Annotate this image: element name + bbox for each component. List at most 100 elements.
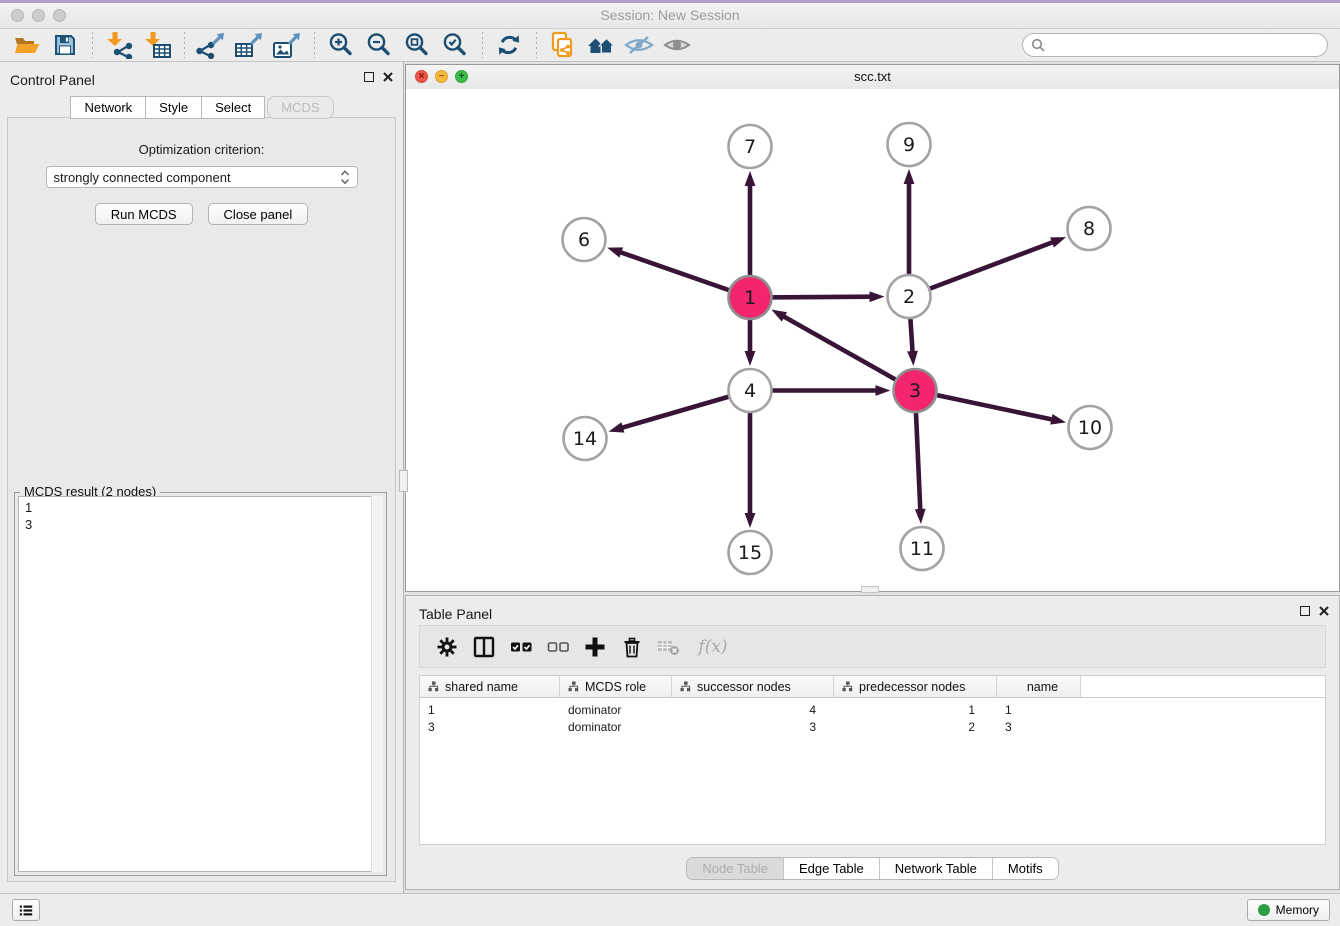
open-session-button[interactable] — [10, 30, 44, 60]
column-tree-icon — [568, 681, 579, 692]
tab-mcds[interactable]: MCDS — [267, 96, 333, 119]
float-panel-icon[interactable] — [364, 72, 374, 82]
graph-edge-arrow — [609, 422, 625, 432]
import-table-button[interactable] — [140, 30, 174, 60]
table-cell: 1 — [834, 703, 997, 717]
memory-button[interactable]: Memory — [1247, 899, 1330, 921]
tab-node-table[interactable]: Node Table — [687, 858, 784, 879]
network-close-icon[interactable]: × — [415, 70, 428, 83]
graph-node-label: 4 — [744, 380, 756, 402]
network-minimize-icon[interactable]: − — [435, 70, 448, 83]
window-title: Session: New Session — [0, 3, 1340, 27]
zoom-fit-button[interactable] — [400, 30, 434, 60]
column-header-predecessor-nodes[interactable]: predecessor nodes — [834, 676, 997, 697]
network-canvas[interactable]: 7968124314101511 — [406, 89, 1339, 591]
delete-column-button[interactable] — [617, 632, 647, 662]
graph-node-label: 14 — [573, 428, 597, 450]
import-table-icon — [142, 31, 172, 59]
zoom-fit-icon — [403, 31, 431, 59]
column-header-MCDS-role[interactable]: MCDS role — [560, 676, 672, 697]
apply-function-button[interactable]: f(x) — [691, 632, 735, 662]
minimize-window-icon[interactable] — [32, 9, 45, 22]
zoom-selected-icon — [441, 31, 469, 59]
control-panel-title: Control Panel — [0, 62, 403, 88]
toolbar-separator — [91, 32, 93, 58]
task-history-button[interactable] — [12, 899, 40, 921]
tab-network[interactable]: Network — [70, 96, 146, 119]
column-settings-button[interactable] — [432, 632, 462, 662]
select-all-columns-button[interactable] — [506, 632, 536, 662]
column-header-name[interactable]: name — [997, 676, 1081, 697]
delete-table-button[interactable] — [654, 632, 684, 662]
table-row[interactable]: 3dominator323 — [420, 718, 1325, 735]
tab-style[interactable]: Style — [145, 96, 202, 119]
tab-network-table[interactable]: Network Table — [880, 858, 993, 879]
graph-edge-2-8[interactable] — [909, 242, 1054, 297]
column-header-shared-name[interactable]: shared name — [420, 676, 560, 697]
application-window: Session: New Session — [0, 0, 1340, 926]
export-image-button[interactable] — [270, 30, 304, 60]
graph-edge-arrow — [1050, 414, 1066, 425]
clone-network-button[interactable] — [546, 30, 580, 60]
optimization-criterion-dropdown[interactable]: strongly connected component — [46, 166, 358, 188]
close-window-icon[interactable] — [11, 9, 24, 22]
zoom-window-icon[interactable] — [53, 9, 66, 22]
zoom-selected-button[interactable] — [438, 30, 472, 60]
add-column-button[interactable] — [580, 632, 610, 662]
search-input[interactable] — [1051, 37, 1319, 54]
refresh-icon — [496, 32, 522, 58]
split-view-button[interactable] — [469, 632, 499, 662]
show-hidden-button[interactable] — [660, 30, 694, 60]
zoom-out-button[interactable] — [362, 30, 396, 60]
table-cell: dominator — [560, 720, 672, 734]
graph-edge-arrow — [904, 169, 915, 184]
checked-boxes-icon — [510, 636, 533, 658]
table-tabs: Node Table Edge Table Network Table Moti… — [406, 857, 1339, 880]
hide-selected-button[interactable] — [622, 30, 656, 60]
table-toolbar: f(x) — [419, 625, 1326, 668]
tab-select[interactable]: Select — [201, 96, 265, 119]
table-panel: Table Panel — [405, 595, 1340, 890]
search-icon — [1031, 38, 1045, 52]
close-panel-button[interactable]: Close panel — [208, 203, 309, 225]
canvas-splitter-handle[interactable] — [861, 586, 879, 593]
zoom-in-icon — [327, 31, 355, 59]
graph-edge-arrow — [607, 247, 623, 257]
network-window-titlebar[interactable]: × − + scc.txt — [406, 65, 1339, 90]
plus-icon — [584, 636, 606, 658]
zoom-in-button[interactable] — [324, 30, 358, 60]
toolbar-separator — [481, 32, 483, 58]
import-network-button[interactable] — [102, 30, 136, 60]
table-cell: 4 — [672, 703, 834, 717]
column-header-successor-nodes[interactable]: successor nodes — [672, 676, 834, 697]
column-tree-icon — [428, 681, 439, 692]
function-icon: f(x) — [698, 637, 727, 657]
table-cell: 1 — [997, 703, 1081, 717]
panel-splitter-handle[interactable] — [399, 470, 408, 492]
tab-edge-table[interactable]: Edge Table — [784, 858, 880, 879]
run-mcds-button[interactable]: Run MCDS — [95, 203, 193, 225]
graph-node-label: 6 — [578, 229, 590, 251]
toolbar-separator — [313, 32, 315, 58]
float-table-panel-icon[interactable] — [1300, 606, 1310, 616]
network-maximize-icon[interactable]: + — [455, 70, 468, 83]
graph-edge-arrow — [745, 513, 756, 528]
node-table-header-row: shared nameMCDS rolesuccessor nodesprede… — [420, 676, 1325, 698]
split-view-icon — [473, 636, 495, 658]
search-box[interactable] — [1022, 33, 1328, 57]
home-button[interactable] — [584, 30, 618, 60]
table-row[interactable]: 1dominator411 — [420, 701, 1325, 718]
tab-motifs[interactable]: Motifs — [993, 858, 1058, 879]
network-graph-svg[interactable]: 7968124314101511 — [406, 89, 1339, 591]
export-table-button[interactable] — [232, 30, 266, 60]
column-header-filler — [1081, 676, 1325, 697]
deselect-all-columns-button[interactable] — [543, 632, 573, 662]
save-session-button[interactable] — [48, 30, 82, 60]
close-table-panel-icon[interactable] — [1319, 606, 1329, 616]
window-controls — [11, 9, 66, 22]
graph-node-label: 15 — [738, 542, 762, 564]
close-panel-icon[interactable] — [383, 72, 393, 82]
result-scrollbar[interactable] — [371, 496, 383, 872]
refresh-view-button[interactable] — [492, 30, 526, 60]
export-network-button[interactable] — [194, 30, 228, 60]
